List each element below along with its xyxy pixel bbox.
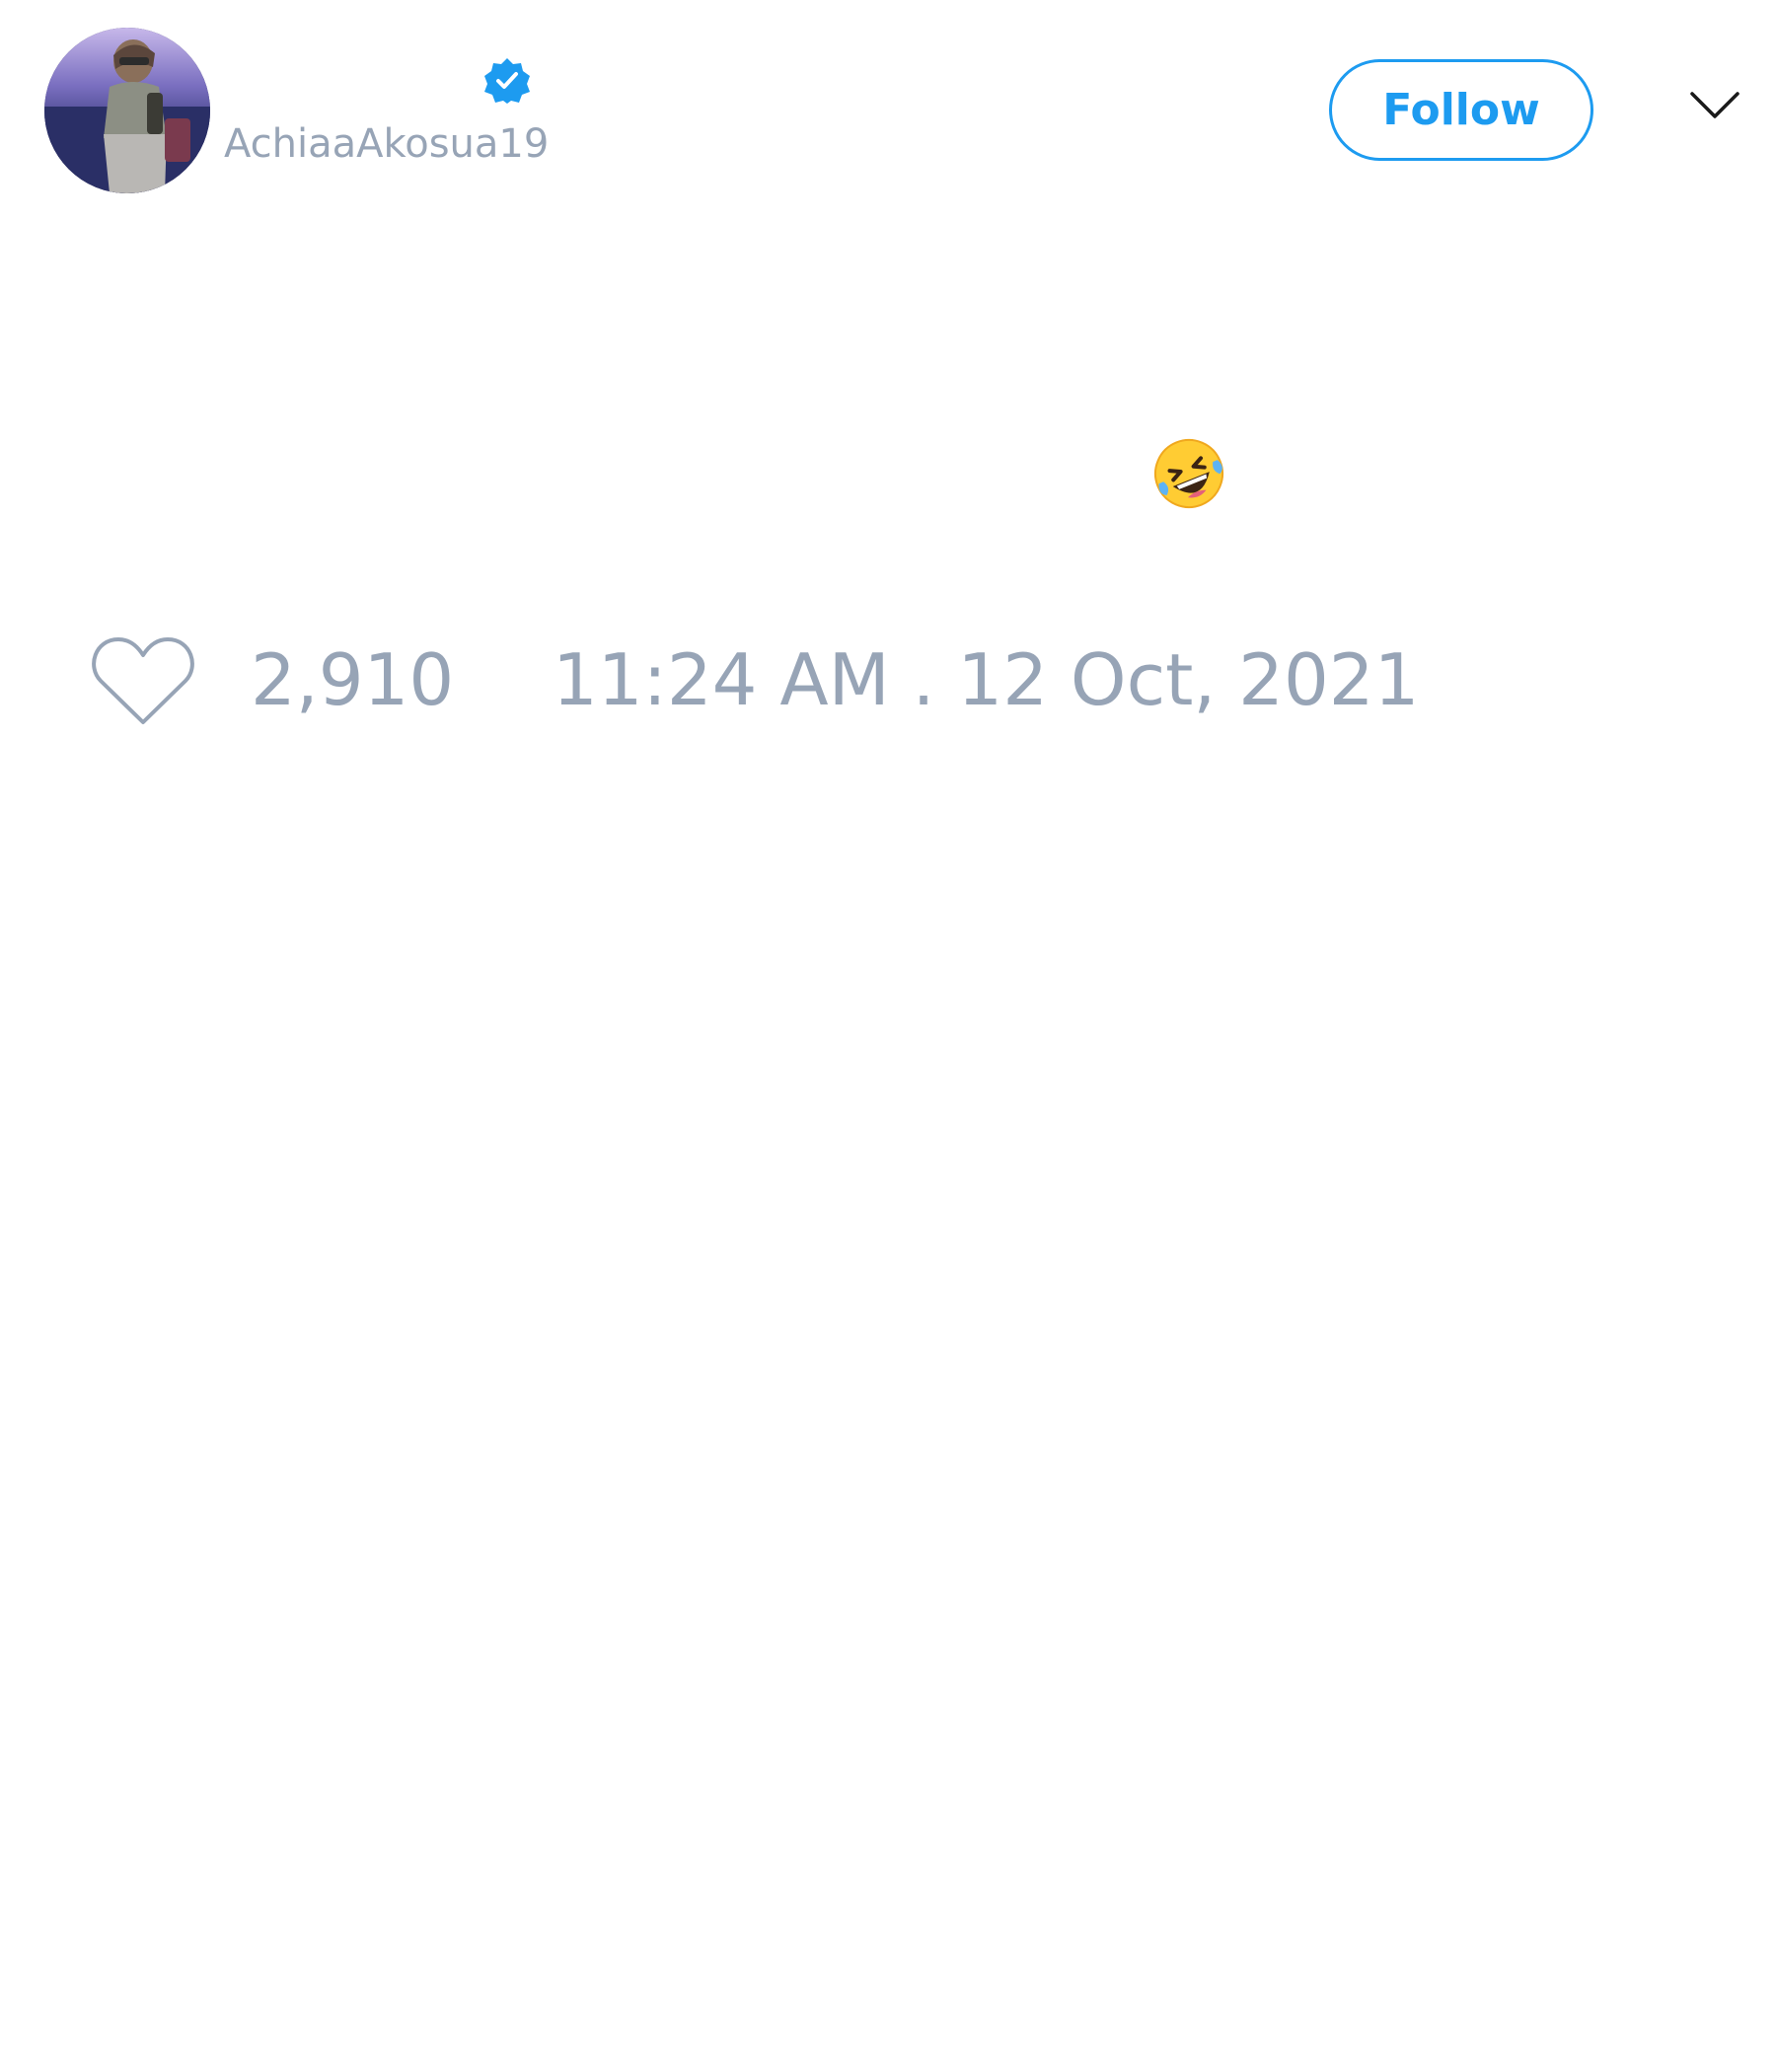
avatar[interactable] <box>44 28 210 193</box>
timestamp[interactable]: 11:24 AM . 12 Oct, 2021 <box>553 644 1419 715</box>
chevron-down-icon[interactable] <box>1689 89 1740 122</box>
heart-icon[interactable] <box>89 631 197 730</box>
tweet-footer: 2,910 11:24 AM . 12 Oct, 2021 <box>0 631 1776 730</box>
rolling-laughing-emoji-icon <box>1154 439 1223 508</box>
like-count: 2,910 <box>251 638 455 721</box>
verified-badge-icon <box>484 58 530 104</box>
tweet-body <box>0 434 1776 533</box>
follow-button[interactable]: Follow <box>1329 59 1593 161</box>
tweet-header: AchiaaAkosua19 Follow <box>0 0 1776 217</box>
username[interactable]: AchiaaAkosua19 <box>224 124 549 164</box>
